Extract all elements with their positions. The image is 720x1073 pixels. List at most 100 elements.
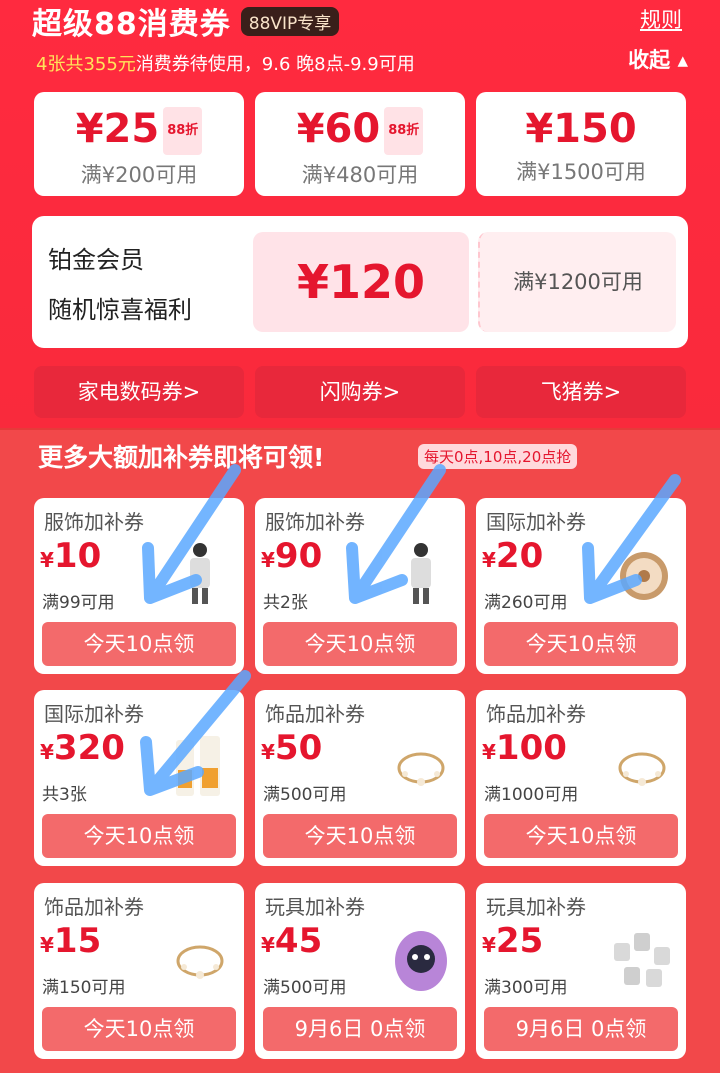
card-title: 饰品加补券 <box>44 895 144 919</box>
collapse-button[interactable]: 收起 ▴ <box>628 44 688 74</box>
subtitle-text: 消费券待使用，9.6 晚8点-9.9可用 <box>135 54 415 75</box>
card-title: 服饰加补券 <box>265 510 365 534</box>
claim-button[interactable]: 今天10点领 <box>42 622 236 666</box>
currency-symbol: ¥ <box>261 740 275 764</box>
card-title: 饰品加补券 <box>486 702 586 726</box>
coupon-panel: 超级88消费券 88VIP专享 规则 4张共355元消费券待使用，9.6 晚8点… <box>0 0 720 430</box>
card-condition: 满500可用 <box>263 785 347 805</box>
value-number: 50 <box>274 728 323 768</box>
coupon-card[interactable]: ¥150 满¥1500可用 <box>476 92 686 196</box>
category-appliance-link[interactable]: 家电数码券> <box>34 366 244 418</box>
card-title: 饰品加补券 <box>265 702 365 726</box>
cushion-compact-icon <box>612 538 672 608</box>
bonus-coupon-card[interactable]: 饰品加补券 ¥50 满500可用 今天10点领 <box>255 690 465 866</box>
card-title: 服饰加补券 <box>44 510 144 534</box>
card-condition: 满150可用 <box>42 978 126 998</box>
bonus-coupon-card[interactable]: 玩具加补券 ¥25 满300可用 9月6日 0点领 <box>476 883 686 1059</box>
card-title: 玩具加补券 <box>486 895 586 919</box>
value-number: 10 <box>53 536 102 576</box>
value-number: 90 <box>274 536 323 576</box>
card-value: ¥25 <box>482 921 543 961</box>
value-number: 25 <box>495 921 544 961</box>
subtitle-count: 4张共355元 <box>36 54 136 75</box>
title-row: 超级88消费券 88VIP专享 <box>32 2 340 42</box>
person-clothing-icon <box>391 538 451 608</box>
card-value: ¥45 <box>261 921 322 961</box>
coupon-subtitle: 4张共355元消费券待使用，9.6 晚8点-9.9可用 <box>36 50 415 76</box>
bonus-coupon-card[interactable]: 饰品加补券 ¥100 满1000可用 今天10点领 <box>476 690 686 866</box>
coupon-condition: 满¥200可用 <box>80 163 198 187</box>
coupon-amount: ¥25 <box>75 106 160 152</box>
claim-button[interactable]: 今天10点领 <box>484 814 678 858</box>
coupon-card[interactable]: ¥60 88折 满¥480可用 <box>255 92 465 196</box>
bonus-coupon-card[interactable]: 国际加补券 ¥320 共3张 今天10点领 <box>34 690 244 866</box>
card-condition: 共3张 <box>42 785 87 805</box>
claim-button[interactable]: 今天10点领 <box>263 622 457 666</box>
card-value: ¥320 <box>40 728 125 768</box>
value-number: 20 <box>495 536 544 576</box>
card-title: 玩具加补券 <box>265 895 365 919</box>
card-title: 国际加补券 <box>486 510 586 534</box>
platinum-amount: ¥120 <box>253 232 469 332</box>
card-value: ¥20 <box>482 536 543 576</box>
person-clothing-icon <box>170 538 230 608</box>
bonus-coupon-card[interactable]: 玩具加补券 ¥45 满500可用 9月6日 0点领 <box>255 883 465 1059</box>
card-title: 国际加补券 <box>44 702 144 726</box>
schedule-badge: 每天0点,10点,20点抢 <box>418 444 578 469</box>
bracelet-icon <box>612 730 672 800</box>
category-flash-link[interactable]: 闪购券> <box>255 366 465 418</box>
currency-symbol: ¥ <box>40 548 54 572</box>
coupon-condition: 满¥480可用 <box>301 163 419 187</box>
card-condition: 满99可用 <box>42 593 115 613</box>
claim-button[interactable]: 今天10点领 <box>484 622 678 666</box>
currency-symbol: ¥ <box>261 933 275 957</box>
bonus-coupon-card[interactable]: 服饰加补券 ¥90 共2张 今天10点领 <box>255 498 465 674</box>
coupon-amount: ¥150 <box>525 106 637 152</box>
platinum-coupon[interactable]: 铂金会员 随机惊喜福利 ¥120 满¥1200可用 <box>32 216 688 348</box>
card-condition: 满260可用 <box>484 593 568 613</box>
value-number: 320 <box>53 728 125 768</box>
platinum-condition: 满¥1200可用 <box>478 232 676 332</box>
section-title: 更多大额加补券即将可领! <box>38 443 325 472</box>
coupon-amount: ¥60 <box>296 106 381 152</box>
page-title: 超级88消费券 <box>32 7 231 42</box>
bonus-coupon-card[interactable]: 服饰加补券 ¥10 满99可用 今天10点领 <box>34 498 244 674</box>
value-number: 15 <box>53 921 102 961</box>
card-value: ¥50 <box>261 728 322 768</box>
value-number: 100 <box>495 728 567 768</box>
currency-symbol: ¥ <box>40 740 54 764</box>
vip-badge: 88VIP专享 <box>240 6 340 36</box>
currency-symbol: ¥ <box>482 548 496 572</box>
toy-egg-icon <box>391 923 451 993</box>
bracelet-icon <box>170 923 230 993</box>
claim-button[interactable]: 9月6日 0点领 <box>484 1007 678 1051</box>
claim-button[interactable]: 9月6日 0点领 <box>263 1007 457 1051</box>
claim-button[interactable]: 今天10点领 <box>263 814 457 858</box>
bracelet-icon <box>391 730 451 800</box>
category-fliggy-link[interactable]: 飞猪券> <box>476 366 686 418</box>
card-condition: 满1000可用 <box>484 785 579 805</box>
coupon-condition: 满¥1500可用 <box>516 160 646 184</box>
card-value: ¥15 <box>40 921 101 961</box>
coupon-card[interactable]: ¥25 88折 满¥200可用 <box>34 92 244 196</box>
card-value: ¥10 <box>40 536 101 576</box>
platinum-sublabel: 随机惊喜福利 <box>48 296 192 324</box>
card-value: ¥90 <box>261 536 322 576</box>
currency-symbol: ¥ <box>482 933 496 957</box>
sunscreen-icon <box>170 730 230 800</box>
card-condition: 满500可用 <box>263 978 347 998</box>
currency-symbol: ¥ <box>482 740 496 764</box>
toy-figures-icon <box>612 923 672 993</box>
claim-button[interactable]: 今天10点领 <box>42 1007 236 1051</box>
discount-tag: 88折 <box>384 107 424 155</box>
platinum-label: 铂金会员 <box>48 246 144 274</box>
currency-symbol: ¥ <box>40 933 54 957</box>
bonus-coupon-card[interactable]: 饰品加补券 ¥15 满150可用 今天10点领 <box>34 883 244 1059</box>
bonus-coupon-card[interactable]: 国际加补券 ¥20 满260可用 今天10点领 <box>476 498 686 674</box>
claim-button[interactable]: 今天10点领 <box>42 814 236 858</box>
card-value: ¥100 <box>482 728 567 768</box>
currency-symbol: ¥ <box>261 548 275 572</box>
rules-link[interactable]: 规则 <box>640 4 682 34</box>
value-number: 45 <box>274 921 323 961</box>
card-condition: 共2张 <box>263 593 308 613</box>
